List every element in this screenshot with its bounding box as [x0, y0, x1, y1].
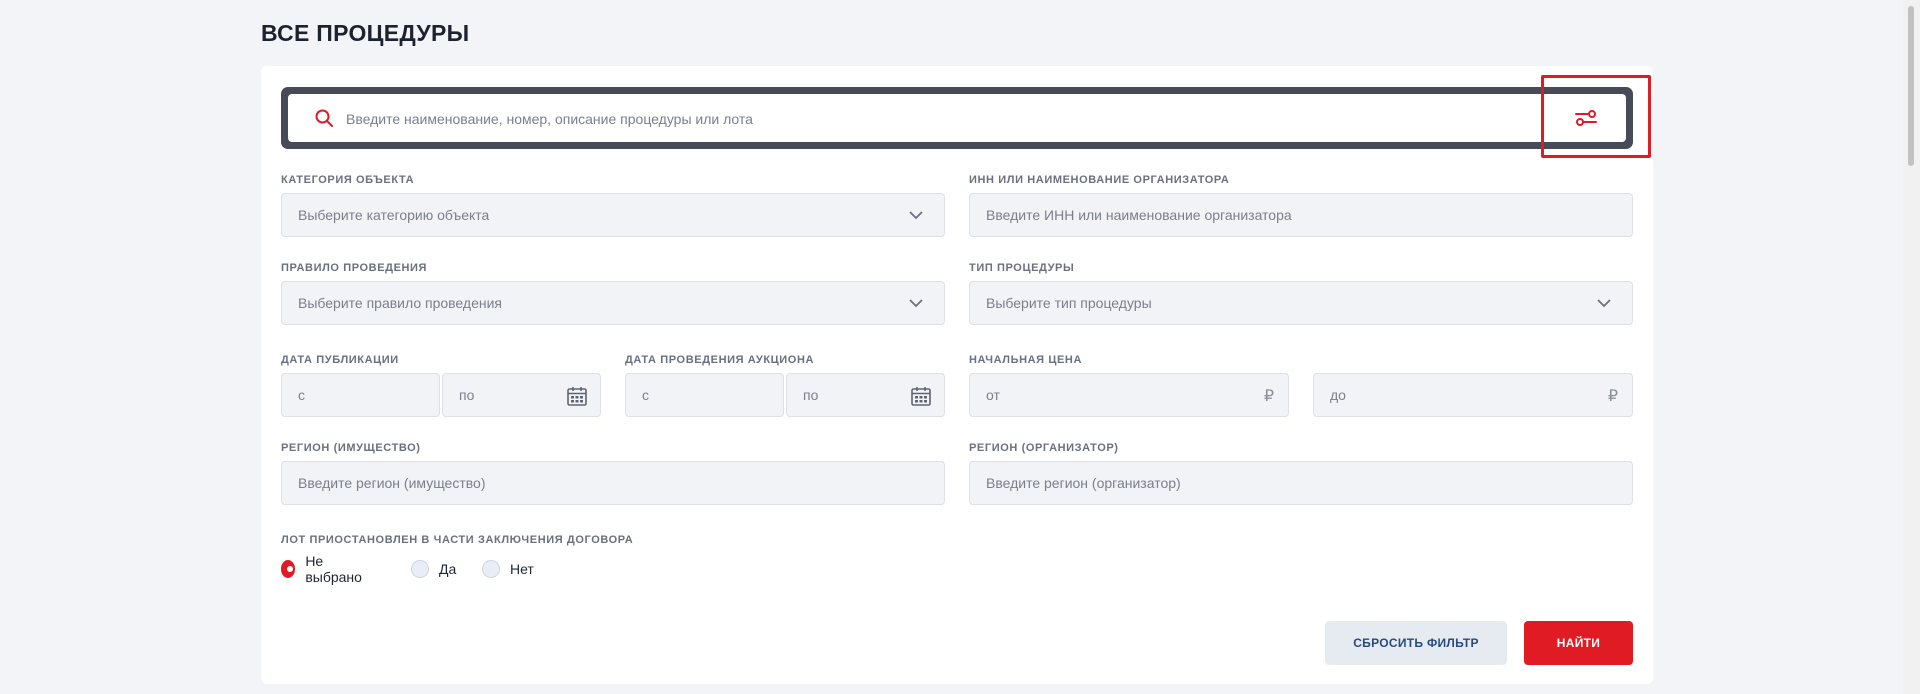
search-input[interactable]: [344, 94, 1528, 144]
region-property-input[interactable]: [298, 462, 900, 504]
radio-label: Нет: [510, 561, 534, 577]
radio-label: Не выбрано: [305, 553, 362, 585]
scrollbar-thumb[interactable]: [1908, 6, 1914, 166]
region-organizer-label: РЕГИОН (ОРГАНИЗАТОР): [969, 442, 1119, 454]
search-bar: [281, 87, 1633, 149]
auction-date-to[interactable]: [786, 373, 945, 417]
search-icon: [315, 109, 333, 127]
auction-date-from[interactable]: [625, 373, 784, 417]
category-select-input[interactable]: [298, 194, 900, 236]
region-organizer-field[interactable]: [969, 461, 1633, 505]
reset-filter-button[interactable]: СБРОСИТЬ ФИЛЬТР: [1325, 621, 1507, 665]
publication-date-to[interactable]: [442, 373, 601, 417]
radio-yes[interactable]: Да: [411, 559, 456, 579]
radio-unchecked-icon: [482, 560, 500, 578]
auction-date-label: ДАТА ПРОВЕДЕНИЯ АУКЦИОНА: [625, 354, 815, 366]
organizer-label: ИНН ИЛИ НАИМЕНОВАНИЕ ОРГАНИЗАТОРА: [969, 174, 1230, 186]
radio-checked-icon: [281, 560, 296, 578]
ruble-icon: ₽: [1263, 388, 1274, 405]
publication-date-from-input[interactable]: [298, 374, 395, 416]
filter-button-highlight: [1541, 75, 1651, 158]
start-price-to-input[interactable]: [1330, 374, 1588, 416]
find-button[interactable]: НАЙТИ: [1524, 621, 1633, 665]
publication-date-to-input[interactable]: [459, 374, 556, 416]
page-scrollbar[interactable]: [1903, 0, 1920, 694]
procedure-type-label: ТИП ПРОЦЕДУРЫ: [969, 262, 1075, 274]
radio-no[interactable]: Нет: [482, 559, 534, 579]
publication-date-from[interactable]: [281, 373, 440, 417]
rule-select[interactable]: [281, 281, 945, 325]
chevron-down-icon: [1597, 299, 1611, 308]
chevron-down-icon: [909, 211, 923, 220]
category-label: КАТЕГОРИЯ ОБЪЕКТА: [281, 174, 415, 186]
region-organizer-input[interactable]: [986, 462, 1588, 504]
ruble-icon: ₽: [1607, 388, 1618, 405]
region-property-label: РЕГИОН (ИМУЩЕСТВО): [281, 442, 421, 454]
radio-not-selected[interactable]: Не выбрано: [281, 553, 366, 585]
rule-label: ПРАВИЛО ПРОВЕДЕНИЯ: [281, 262, 428, 274]
start-price-from[interactable]: ₽: [969, 373, 1289, 417]
start-price-from-input[interactable]: [986, 374, 1244, 416]
organizer-field[interactable]: [969, 193, 1633, 237]
publication-date-label: ДАТА ПУБЛИКАЦИИ: [281, 354, 399, 366]
procedure-type-select-input[interactable]: [986, 282, 1588, 324]
start-price-to[interactable]: ₽: [1313, 373, 1633, 417]
rule-select-input[interactable]: [298, 282, 900, 324]
search-box: [288, 94, 1626, 144]
auction-date-to-input[interactable]: [803, 374, 900, 416]
auction-date-from-input[interactable]: [642, 374, 739, 416]
region-property-field[interactable]: [281, 461, 945, 505]
radio-label: Да: [439, 561, 457, 577]
category-select[interactable]: [281, 193, 945, 237]
lot-suspended-label: ЛОТ ПРИОСТАНОВЛЕН В ЧАСТИ ЗАКЛЮЧЕНИЯ ДОГ…: [281, 534, 634, 546]
radio-unchecked-icon: [411, 560, 429, 578]
calendar-icon[interactable]: [910, 385, 932, 407]
chevron-down-icon: [909, 299, 923, 308]
page-title: ВСЕ ПРОЦЕДУРЫ: [261, 20, 470, 46]
procedure-type-select[interactable]: [969, 281, 1633, 325]
calendar-icon[interactable]: [566, 385, 588, 407]
organizer-input[interactable]: [986, 194, 1588, 236]
start-price-label: НАЧАЛЬНАЯ ЦЕНА: [969, 354, 1082, 366]
